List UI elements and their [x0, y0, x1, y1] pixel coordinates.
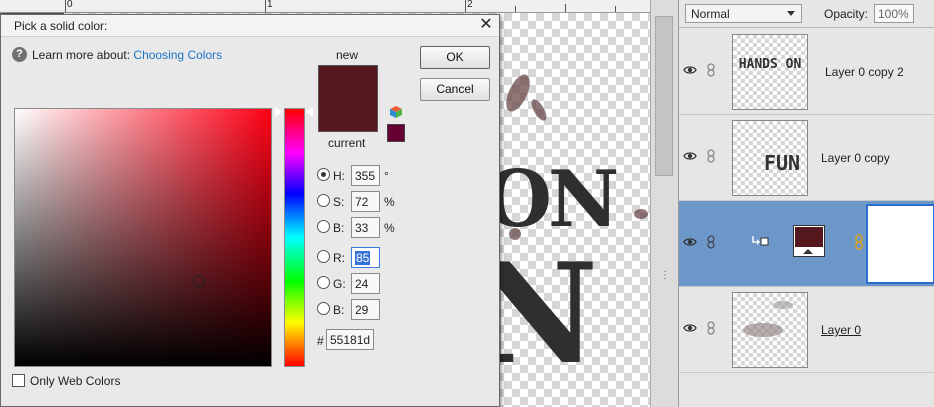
saturation-radio[interactable] [317, 194, 330, 207]
layer-row-layer-0-copy-2[interactable]: HANDS ON Layer 0 copy 2 [679, 29, 934, 115]
color-field-cursor[interactable] [193, 275, 206, 288]
hue-slider-handle-left[interactable] [275, 106, 282, 117]
opacity-input[interactable]: 100% [874, 4, 914, 23]
saturation-input[interactable]: 72 [351, 191, 380, 212]
green-input[interactable]: 24 [351, 273, 380, 294]
layer-name[interactable]: Layer 0 copy [821, 151, 890, 165]
layers-toolbar: Normal Opacity: 100% [679, 0, 934, 28]
artwork-text-on: ON [484, 154, 619, 245]
only-web-colors-label: Only Web Colors [30, 374, 121, 388]
percent-unit: % [384, 221, 395, 235]
web-safe-color-swatch[interactable] [387, 124, 405, 142]
ok-button[interactable]: OK [420, 46, 490, 69]
brightness-label: B: [333, 221, 345, 235]
blend-mode-select[interactable]: Normal [685, 4, 802, 23]
current-color-label: current [328, 136, 366, 150]
cancel-button[interactable]: Cancel [420, 78, 490, 101]
red-radio[interactable] [317, 250, 330, 263]
new-color-label: new [336, 48, 359, 62]
help-icon: ? [12, 47, 27, 62]
triangle-icon [803, 249, 813, 254]
panel-resize-grip[interactable]: ⋮ [660, 270, 670, 281]
paint-splatter [634, 209, 648, 219]
horizontal-ruler: 0 1 2 [0, 0, 650, 13]
eye-icon[interactable] [683, 321, 697, 335]
saturation-label: S: [333, 195, 345, 209]
brightness-radio[interactable] [317, 220, 330, 233]
percent-unit: % [384, 195, 395, 209]
eye-icon[interactable] [683, 63, 697, 77]
dialog-title: Pick a solid color: [14, 19, 108, 33]
paint-splatter [501, 71, 535, 115]
hex-label: # [317, 334, 324, 348]
brightness-input[interactable]: 33 [351, 217, 380, 238]
layer-name[interactable]: Layer 0 copy 2 [825, 65, 904, 79]
color-picker-dialog: Pick a solid color: ✕ ? Learn more about… [0, 14, 500, 407]
eye-icon[interactable] [683, 235, 697, 249]
link-icon[interactable] [706, 235, 716, 249]
hex-input[interactable]: 55181d [326, 329, 374, 350]
layer-thumbnail [732, 292, 808, 368]
fill-layer-thumbnail[interactable] [793, 225, 825, 257]
layer-row-color-fill[interactable] [679, 201, 934, 287]
hue-slider[interactable] [284, 108, 305, 367]
layer-thumbnail: FUN [732, 120, 808, 196]
current-color-swatch[interactable] [318, 99, 378, 132]
dialog-titlebar[interactable]: Pick a solid color: ✕ [1, 15, 499, 37]
blue-radio[interactable] [317, 302, 330, 315]
clip-to-layer-arrow-icon [752, 236, 769, 246]
hue-radio[interactable] [317, 168, 330, 181]
only-web-colors-checkbox[interactable] [12, 374, 25, 387]
green-label: G: [333, 277, 346, 291]
red-input[interactable]: 85 [351, 247, 380, 268]
new-color-swatch [318, 65, 378, 99]
hue-label: H: [333, 169, 345, 183]
saturation-brightness-field[interactable] [14, 108, 272, 367]
ruler-mark-0: 0 [67, 0, 73, 10]
layer-row-layer-0[interactable]: Layer 0 [679, 287, 934, 373]
close-icon[interactable]: ✕ [478, 17, 494, 33]
layer-mask-thumbnail[interactable] [866, 204, 934, 284]
eye-icon[interactable] [683, 149, 697, 163]
green-radio[interactable] [317, 276, 330, 289]
canvas-vertical-scrollbar[interactable]: ⋮ [650, 0, 678, 407]
scrollbar-thumb[interactable] [655, 16, 673, 176]
paint-splatter [528, 97, 550, 123]
red-label: R: [333, 251, 345, 265]
fill-color-swatch [795, 227, 823, 247]
web-safe-cube-icon[interactable] [389, 105, 403, 119]
ruler-mark-2: 2 [467, 0, 473, 10]
ruler-mark-1: 1 [267, 0, 273, 10]
hue-slider-handle-right[interactable] [306, 106, 313, 117]
blue-label: B: [333, 303, 345, 317]
hue-input[interactable]: 355 [351, 165, 380, 186]
link-icon[interactable] [706, 63, 716, 77]
help-prefix: Learn more about: [32, 48, 131, 62]
blue-input[interactable]: 29 [351, 299, 380, 320]
chain-link-icon[interactable] [854, 234, 864, 250]
layers-panel: Normal Opacity: 100% HANDS ON Layer 0 co… [678, 0, 934, 407]
choosing-colors-link[interactable]: Choosing Colors [133, 48, 222, 62]
layer-row-layer-0-copy[interactable]: FUN Layer 0 copy [679, 115, 934, 201]
layer-name[interactable]: Layer 0 [821, 323, 861, 337]
blend-mode-value: Normal [691, 7, 730, 21]
link-icon[interactable] [706, 149, 716, 163]
link-icon[interactable] [706, 321, 716, 335]
degree-unit: ° [384, 169, 389, 183]
layer-thumbnail: HANDS ON [732, 34, 808, 110]
chevron-down-icon [787, 11, 795, 16]
red-input-selected-text: 85 [355, 251, 371, 265]
opacity-label: Opacity: [824, 7, 869, 21]
